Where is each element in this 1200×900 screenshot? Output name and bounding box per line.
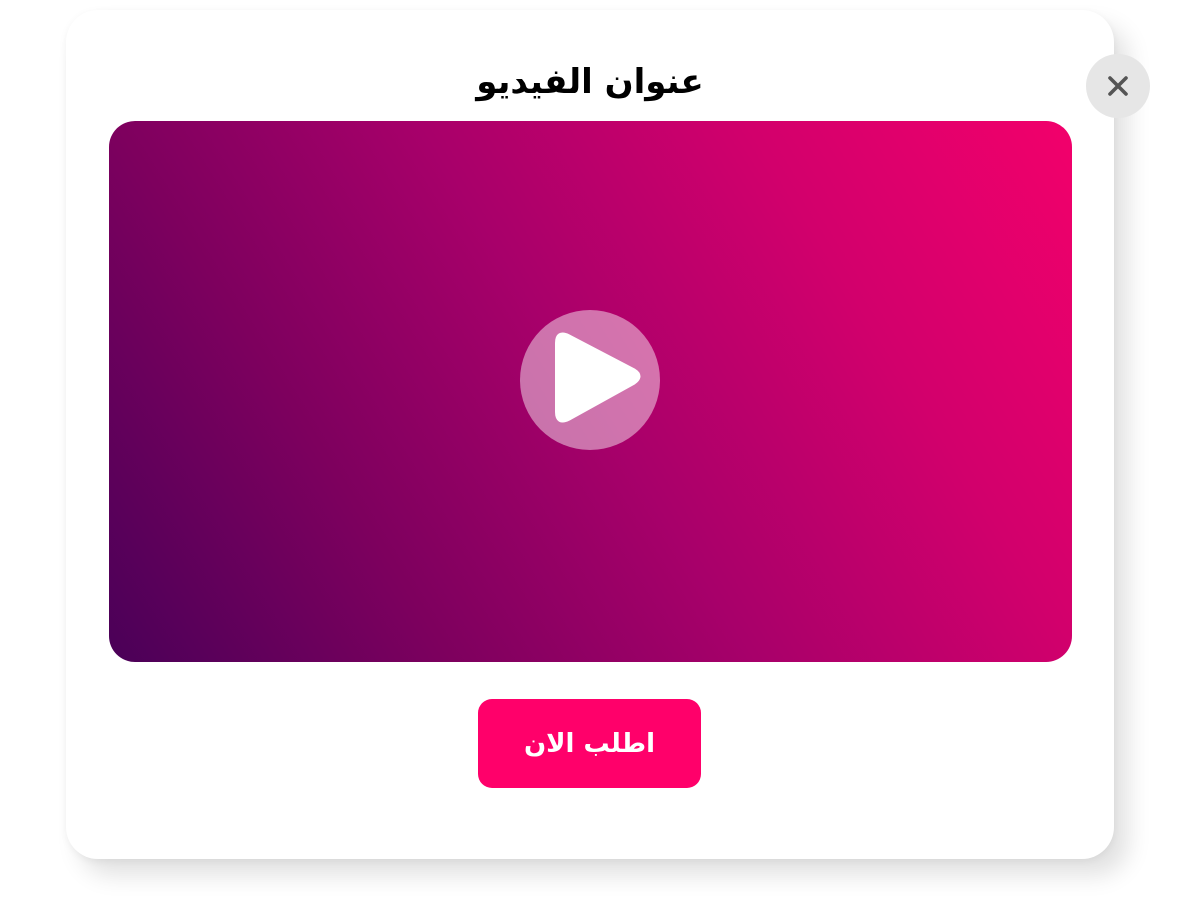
play-button[interactable] bbox=[520, 310, 660, 450]
close-button[interactable] bbox=[1086, 54, 1150, 118]
video-player[interactable] bbox=[109, 121, 1072, 662]
order-now-button[interactable]: اطلب الان bbox=[478, 699, 701, 788]
close-icon bbox=[1108, 76, 1128, 96]
play-icon bbox=[555, 332, 641, 423]
video-title: عنوان الفيديو bbox=[476, 62, 704, 102]
